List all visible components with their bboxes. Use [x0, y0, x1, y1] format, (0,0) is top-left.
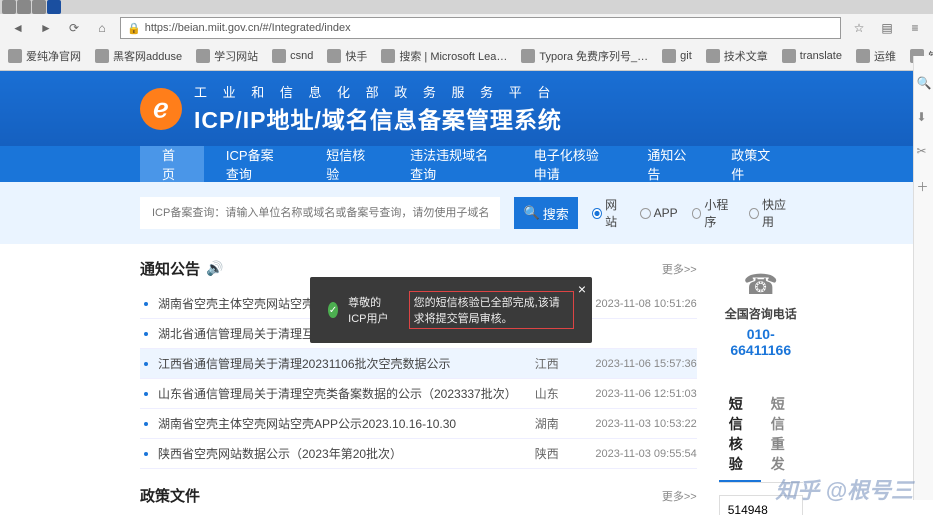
star-icon[interactable]: ☆ — [849, 18, 869, 38]
search-input[interactable] — [140, 197, 500, 229]
toast-highlight: 您的短信核验已全部完成,该请求将提交管局审核。 — [409, 291, 574, 329]
side-tab-verify[interactable]: 短信核验 — [719, 388, 761, 482]
nav-tab[interactable]: 电子化核验申请 — [512, 146, 626, 182]
forward-button[interactable]: ► — [36, 18, 56, 38]
contact-phone: 010-66411166 — [719, 326, 803, 358]
bookmark-item[interactable]: 运维 — [856, 48, 896, 64]
speaker-icon: 🔊 — [206, 260, 223, 277]
tab-strip — [0, 0, 933, 14]
radio-item[interactable]: 小程序 — [692, 196, 736, 230]
side-tabs: 短信核验 短信重发 — [719, 388, 803, 483]
header-title: ICP/IP地址/域名信息备案管理系统 — [194, 101, 562, 135]
nav-tab[interactable]: 通知公告 — [625, 146, 709, 182]
back-button[interactable]: ◄ — [8, 18, 28, 38]
header-subtitle: 工 业 和 信 息 化 部 政 务 服 务 平 台 — [194, 82, 562, 101]
phone-icon: ☎ — [719, 268, 803, 301]
extension-icon[interactable]: ▤ — [877, 18, 897, 38]
watermark: 知乎 @根号三 — [775, 473, 913, 505]
rail-download-icon[interactable]: ⬇ — [917, 110, 931, 124]
toast-prefix: 尊敬的ICP用户 — [348, 294, 395, 326]
nav-tab[interactable]: 政策文件 — [709, 146, 793, 182]
page-content: ℯ 工 业 和 信 息 化 部 政 务 服 务 平 台 ICP/IP地址/域名信… — [0, 71, 933, 515]
bookmark-item[interactable]: Typora 免费序列号_… — [521, 48, 648, 64]
rail-screenshot-icon[interactable]: ✂ — [917, 144, 931, 158]
right-rail: 🔍 ⬇ ✂ ＋ — [913, 56, 933, 500]
bookmark-item[interactable]: git — [662, 49, 692, 63]
nav-tab[interactable]: ICP备案查询 — [204, 146, 304, 182]
notices-title: 通知公告 🔊 — [140, 258, 223, 279]
nav-tab[interactable]: 首页 — [140, 146, 204, 182]
tab-icon-active[interactable] — [47, 0, 61, 14]
notices-more-link[interactable]: 更多>> — [662, 261, 697, 277]
bookmark-item[interactable]: 快手 — [327, 48, 367, 64]
nav-tab[interactable]: 违法违规域名查询 — [388, 146, 512, 182]
contact-box: ☎ 全国咨询电话 010-66411166 — [719, 258, 803, 368]
close-icon[interactable]: × — [578, 281, 586, 297]
bookmark-item[interactable]: 爱纯净官网 — [8, 48, 81, 64]
header-banner: ℯ 工 业 和 信 息 化 部 政 务 服 务 平 台 ICP/IP地址/域名信… — [0, 71, 933, 146]
menu-icon[interactable]: ≡ — [905, 18, 925, 38]
contact-label: 全国咨询电话 — [719, 305, 803, 322]
policies-title: 政策文件 — [140, 485, 200, 506]
home-button[interactable]: ⌂ — [92, 18, 112, 38]
radio-item[interactable]: APP — [640, 196, 678, 230]
bookmark-item[interactable]: 学习网站 — [196, 48, 258, 64]
policies-more-link[interactable]: 更多>> — [662, 488, 697, 504]
rail-search-icon[interactable]: 🔍 — [917, 76, 931, 90]
browser-chrome: ◄ ► ⟳ ⌂ 🔒 https://beian.miit.gov.cn/#/In… — [0, 0, 933, 71]
search-button[interactable]: 🔍 搜索 — [514, 197, 578, 229]
nav-tab[interactable]: 短信核验 — [304, 146, 388, 182]
side-tab-resend[interactable]: 短信重发 — [761, 388, 803, 482]
address-bar[interactable]: 🔒 https://beian.miit.gov.cn/#/Integrated… — [120, 17, 841, 39]
list-item[interactable]: 山东省通信管理局关于清理空壳类备案数据的公示（2023337批次）山东2023-… — [140, 379, 697, 409]
browser-toolbar: ◄ ► ⟳ ⌂ 🔒 https://beian.miit.gov.cn/#/In… — [0, 14, 933, 42]
url-text: https://beian.miit.gov.cn/#/Integrated/i… — [145, 22, 351, 34]
search-radio-group: 网站 APP 小程序快应用 — [592, 196, 793, 230]
toast-notification: ✓ 尊敬的ICP用户 您的短信核验已全部完成,该请求将提交管局审核。 × — [310, 277, 592, 343]
reload-button[interactable]: ⟳ — [64, 18, 84, 38]
nav-tabs: 首页ICP备案查询短信核验违法违规域名查询电子化核验申请通知公告政策文件 — [0, 146, 933, 182]
bookmark-item[interactable]: 技术文章 — [706, 48, 768, 64]
check-icon: ✓ — [328, 302, 338, 318]
logo-icon: ℯ — [140, 88, 182, 130]
bookmark-bar: 爱纯净官网黑客网adduse 学习网站 csnd 快手搜索 | Microsoft L… — [0, 42, 933, 70]
search-area: 🔍 搜索 网站 APP 小程序快应用 — [0, 182, 933, 244]
radio-item[interactable]: 快应用 — [749, 196, 793, 230]
search-icon: 🔍 — [524, 205, 540, 221]
tab-icon[interactable] — [2, 0, 16, 14]
bookmark-item[interactable]: 黑客网adduse — [95, 48, 182, 64]
tab-icon[interactable] — [32, 0, 46, 14]
bookmark-item[interactable]: csnd — [272, 49, 313, 63]
search-button-label: 搜索 — [543, 204, 569, 223]
list-item[interactable]: 湖南省空壳主体空壳网站空壳APP公示2023.10.16-10.30湖南2023… — [140, 409, 697, 439]
bookmark-item[interactable]: translate — [782, 49, 842, 63]
rail-plus-icon[interactable]: ＋ — [917, 178, 931, 192]
lock-icon: 🔒 — [127, 22, 141, 35]
tab-icon[interactable] — [17, 0, 31, 14]
list-item[interactable]: 江西省通信管理局关于清理20231106批次空壳数据公示江西2023-11-06… — [140, 349, 697, 379]
radio-item[interactable]: 网站 — [592, 196, 625, 230]
bookmark-item[interactable]: 搜索 | Microsoft Lea… — [381, 48, 507, 64]
list-item[interactable]: 陕西省空壳网站数据公示（2023年第20批次）陕西2023-11-03 09:5… — [140, 439, 697, 469]
